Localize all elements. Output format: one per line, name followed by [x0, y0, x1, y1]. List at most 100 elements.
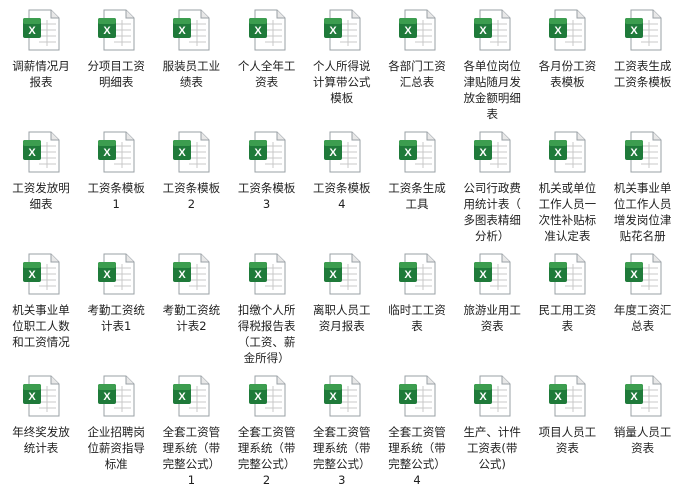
file-name-line: 位薪资指导	[87, 441, 145, 455]
file-item[interactable]: X 机关事业单 位职工人数 和工资情况	[4, 244, 78, 350]
svg-text:X: X	[28, 391, 36, 403]
file-name-label: 企业招聘岗 位薪资指导 标准	[81, 424, 151, 472]
file-item[interactable]: X 民工用工资表	[530, 244, 604, 334]
svg-text:X: X	[329, 147, 337, 159]
file-item[interactable]: X 临时工工资表	[380, 244, 454, 334]
file-name-label: 销量人员工 资表	[608, 424, 678, 456]
file-name-line: 工资表(带	[466, 441, 518, 455]
file-name-line: 理系统（带	[162, 441, 221, 455]
file-item[interactable]: X 扣缴个人所 得税报告表 （工资、薪 金所得）	[230, 244, 304, 366]
file-name-label: 旅游业用工 资表	[457, 302, 527, 334]
svg-text:X: X	[104, 147, 112, 159]
svg-text:X: X	[404, 25, 412, 37]
file-item[interactable]: X 企业招聘岗 位薪资指导 标准	[79, 366, 153, 472]
file-name-label: 全套工资管 理系统（带 完整公式） 4	[382, 424, 452, 488]
excel-file-icon: X	[397, 374, 437, 418]
file-item[interactable]: X 离职人员工 资月报表	[305, 244, 379, 334]
file-item[interactable]: X 工资条模板 4	[305, 122, 379, 212]
excel-file-icon: X	[171, 374, 211, 418]
excel-file-icon: X	[247, 252, 287, 296]
file-grid: X 调薪情况月 报表 X 分项目工资 明细表 X 服装员工业 绩表 X 个人全年工 资表…	[0, 0, 684, 487]
file-name-label: 考勤工资统 计表1	[81, 302, 151, 334]
file-item[interactable]: X 服装员工业 绩表	[154, 0, 228, 90]
svg-text:X: X	[480, 147, 488, 159]
svg-text:X: X	[329, 269, 337, 281]
file-name-line: 分析）	[474, 229, 510, 243]
file-name-line: 绩表	[179, 75, 203, 89]
file-item[interactable]: X 工资条模板 1	[79, 122, 153, 212]
svg-text:X: X	[179, 25, 187, 37]
excel-file-icon: X	[247, 374, 287, 418]
file-name-label: 全套工资管 理系统（带 完整公式） 3	[307, 424, 377, 488]
file-name-line: 完整公式）	[237, 457, 296, 471]
file-name-line: 报表	[29, 75, 53, 89]
file-item[interactable]: X 公司行政费 用统计表（ 多图表精细 分析）	[455, 122, 529, 244]
file-item[interactable]: X 机关或单位 工作人员一 次性补贴标 准认定表	[530, 122, 604, 244]
excel-file-icon: X	[247, 130, 287, 174]
file-item[interactable]: X 考勤工资统 计表1	[79, 244, 153, 334]
file-name-label: 个人全年工 资表	[232, 58, 302, 90]
file-item[interactable]: X 工资发放明 细表	[4, 122, 78, 212]
file-name-line: 年终奖发放	[12, 425, 70, 439]
file-name-line: 各部门工资	[388, 59, 446, 73]
file-item[interactable]: X 机关事业单 位工作人员 增发岗位津 贴花名册	[606, 122, 680, 244]
svg-text:X: X	[630, 269, 638, 281]
file-item[interactable]: X 分项目工资 明细表	[79, 0, 153, 90]
file-name-line: 全套工资管	[162, 425, 221, 439]
file-item[interactable]: X 工资条模板 3	[230, 122, 304, 212]
file-item[interactable]: X 全套工资管 理系统（带 完整公式） 4	[380, 366, 454, 488]
file-name-line: 公司行政费	[463, 181, 521, 195]
excel-file-icon: X	[547, 130, 587, 174]
file-item[interactable]: X 个人所得说 计算带公式 模板	[305, 0, 379, 106]
svg-text:X: X	[630, 25, 638, 37]
file-name-label: 工资条模板 2	[156, 180, 226, 212]
file-item[interactable]: X 年度工资汇 总表	[606, 244, 680, 334]
file-name-line: 工资条模板	[87, 181, 145, 195]
excel-file-icon: X	[171, 8, 211, 52]
file-item[interactable]: X 各月份工资 表模板	[530, 0, 604, 90]
file-item[interactable]: X 个人全年工 资表	[230, 0, 304, 90]
file-name-label: 临时工工资表	[382, 302, 452, 334]
file-item[interactable]: X 生产、计件 工资表(带 公式)	[455, 366, 529, 472]
file-item[interactable]: X 全套工资管 理系统（带 完整公式） 2	[230, 366, 304, 488]
file-name-label: 生产、计件 工资表(带 公式)	[457, 424, 527, 472]
svg-text:X: X	[104, 25, 112, 37]
excel-file-icon: X	[21, 252, 61, 296]
svg-text:X: X	[179, 391, 187, 403]
file-item[interactable]: X 项目人员工 资表	[530, 366, 604, 456]
file-name-label: 全套工资管 理系统（带 完整公式） 2	[232, 424, 302, 488]
excel-file-icon: X	[322, 374, 362, 418]
file-item[interactable]: X 全套工资管 理系统（带 完整公式） 3	[305, 366, 379, 488]
file-name-line: 1	[187, 473, 196, 487]
file-item[interactable]: X 全套工资管 理系统（带 完整公式） 1	[154, 366, 228, 488]
file-name-label: 考勤工资统 计表2	[156, 302, 226, 334]
file-name-line: 4	[413, 473, 421, 487]
file-item[interactable]: X 各单位岗位 津贴随月发 放金额明细表	[455, 0, 529, 122]
file-item[interactable]: X 旅游业用工 资表	[455, 244, 529, 334]
file-name-line: 销量人员工	[613, 425, 672, 439]
file-name-label: 年度工资汇 总表	[608, 302, 678, 334]
file-item[interactable]: X 年终奖发放 统计表	[4, 366, 78, 456]
file-item[interactable]: X 工资表生成 工资条模板	[606, 0, 680, 90]
file-name-line: 用统计表（	[463, 197, 521, 211]
file-item[interactable]: X 销量人员工 资表	[606, 366, 680, 456]
file-name-line: 资月报表	[318, 319, 365, 333]
file-name-line: （工资、薪	[237, 335, 296, 349]
file-name-line: 津贴随月发	[463, 75, 521, 89]
excel-file-icon: X	[171, 252, 211, 296]
file-item[interactable]: X 考勤工资统 计表2	[154, 244, 228, 334]
file-item[interactable]: X 工资条模板 2	[154, 122, 228, 212]
file-item[interactable]: X 各部门工资汇总表	[380, 0, 454, 90]
file-name-line: 机关或单位	[538, 181, 597, 195]
file-name-label: 年终奖发放 统计表	[6, 424, 76, 456]
file-name-line: 次性补贴标	[538, 213, 597, 227]
file-name-line: 计表2	[176, 319, 207, 333]
svg-text:X: X	[555, 147, 563, 159]
excel-file-icon: X	[397, 130, 437, 174]
file-name-line: 分项目工资	[87, 59, 145, 73]
file-name-label: 分项目工资 明细表	[81, 58, 151, 90]
file-name-line: 汇总表	[399, 75, 435, 89]
file-item[interactable]: X 工资条生成 工具	[380, 122, 454, 212]
excel-file-icon: X	[322, 252, 362, 296]
file-item[interactable]: X 调薪情况月 报表	[4, 0, 78, 90]
